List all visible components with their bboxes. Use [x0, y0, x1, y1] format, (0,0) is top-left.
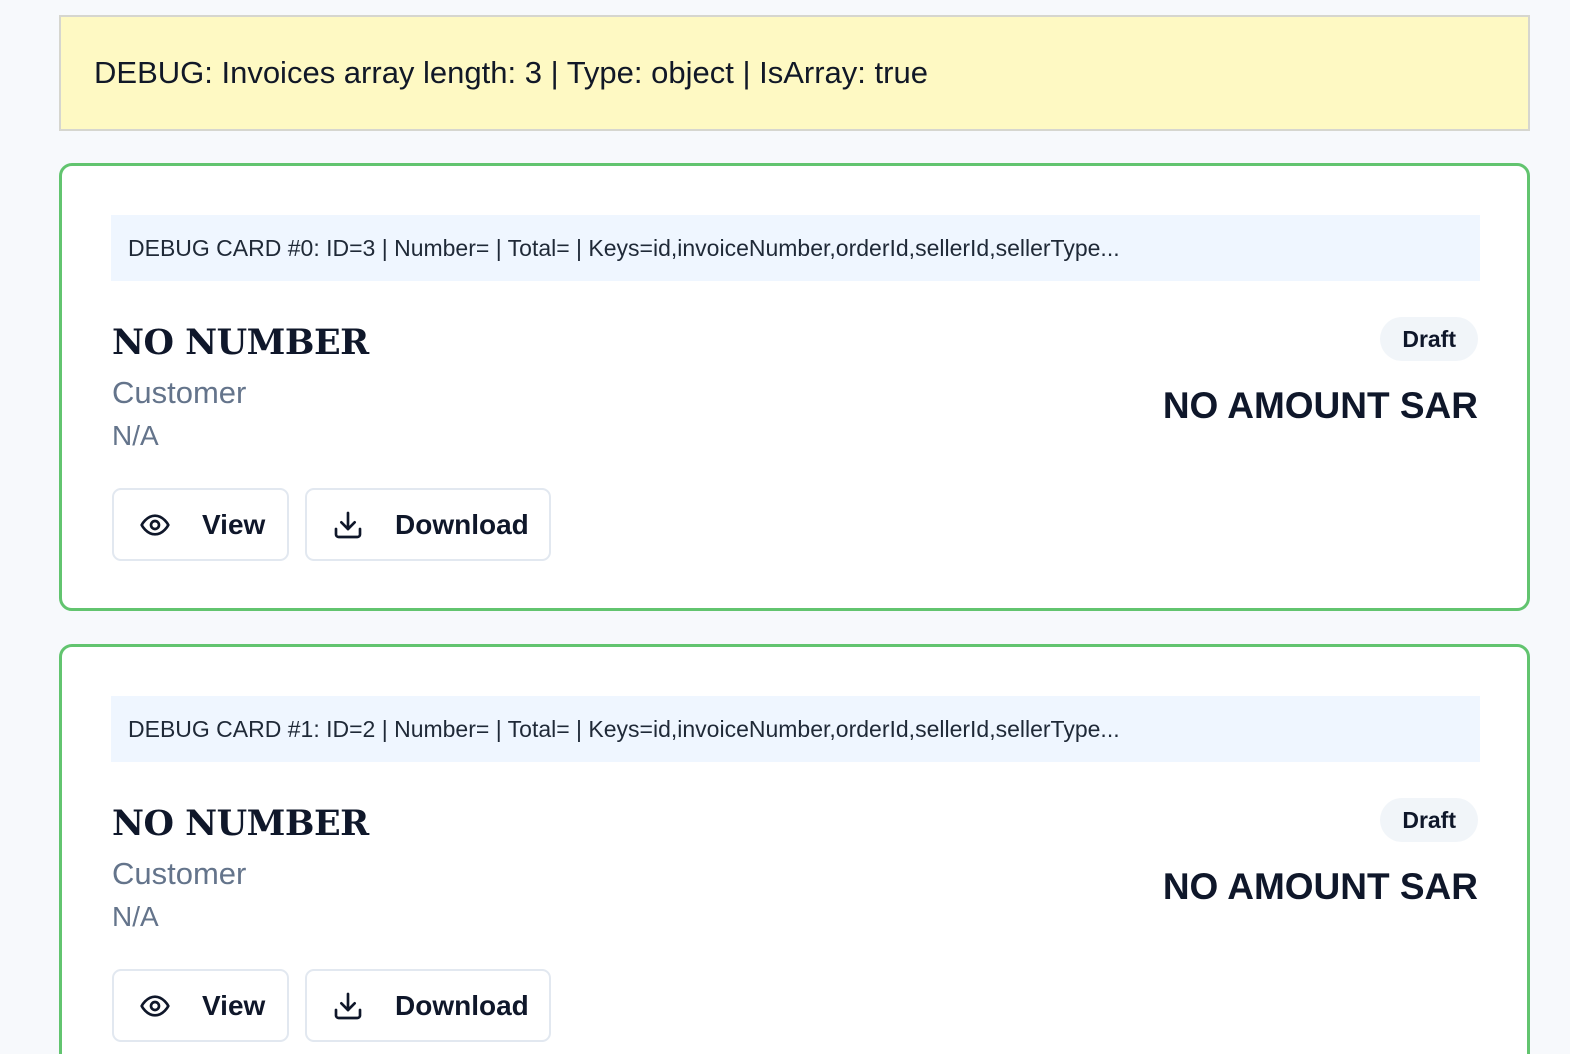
- customer-value: N/A: [112, 420, 159, 451]
- customer-label: Customer: [112, 856, 247, 891]
- download-button[interactable]: Download: [305, 969, 551, 1042]
- download-icon: [332, 509, 364, 541]
- status-badge: Draft: [1380, 317, 1478, 361]
- status-badge-label: Draft: [1402, 325, 1456, 352]
- download-button[interactable]: Download: [305, 488, 551, 561]
- download-button-label: Download: [395, 989, 529, 1021]
- card-debug-info: DEBUG CARD #1: ID=2 | Number= | Total= |…: [111, 696, 1480, 762]
- view-button-label: View: [202, 989, 266, 1021]
- view-button[interactable]: View: [112, 969, 289, 1042]
- invoice-card: DEBUG CARD #0: ID=3 | Number= | Total= |…: [59, 163, 1530, 611]
- invoices-page: DEBUG: Invoices array length: 3 | Type: …: [0, 0, 1570, 1054]
- invoice-number: NO NUMBER: [112, 322, 369, 363]
- card-debug-info: DEBUG CARD #0: ID=3 | Number= | Total= |…: [111, 215, 1480, 281]
- customer-label: Customer: [112, 375, 247, 410]
- invoice-amount: NO AMOUNT SAR: [1162, 385, 1478, 426]
- customer-value: N/A: [112, 901, 159, 932]
- eye-icon: [139, 990, 171, 1022]
- debug-banner-text: DEBUG: Invoices array length: 3 | Type: …: [94, 55, 928, 90]
- download-button-label: Download: [395, 508, 529, 540]
- status-badge: Draft: [1380, 798, 1478, 842]
- invoice-card: DEBUG CARD #1: ID=2 | Number= | Total= |…: [59, 644, 1530, 1054]
- download-icon: [332, 990, 364, 1022]
- debug-banner: DEBUG: Invoices array length: 3 | Type: …: [59, 15, 1530, 131]
- eye-icon: [139, 509, 171, 541]
- view-button-label: View: [202, 508, 266, 540]
- status-badge-label: Draft: [1402, 806, 1456, 833]
- card-debug-text: DEBUG CARD #0: ID=3 | Number= | Total= |…: [128, 234, 1120, 261]
- invoice-amount: NO AMOUNT SAR: [1162, 866, 1478, 907]
- invoice-number: NO NUMBER: [112, 803, 369, 844]
- card-debug-text: DEBUG CARD #1: ID=2 | Number= | Total= |…: [128, 715, 1120, 742]
- view-button[interactable]: View: [112, 488, 289, 561]
